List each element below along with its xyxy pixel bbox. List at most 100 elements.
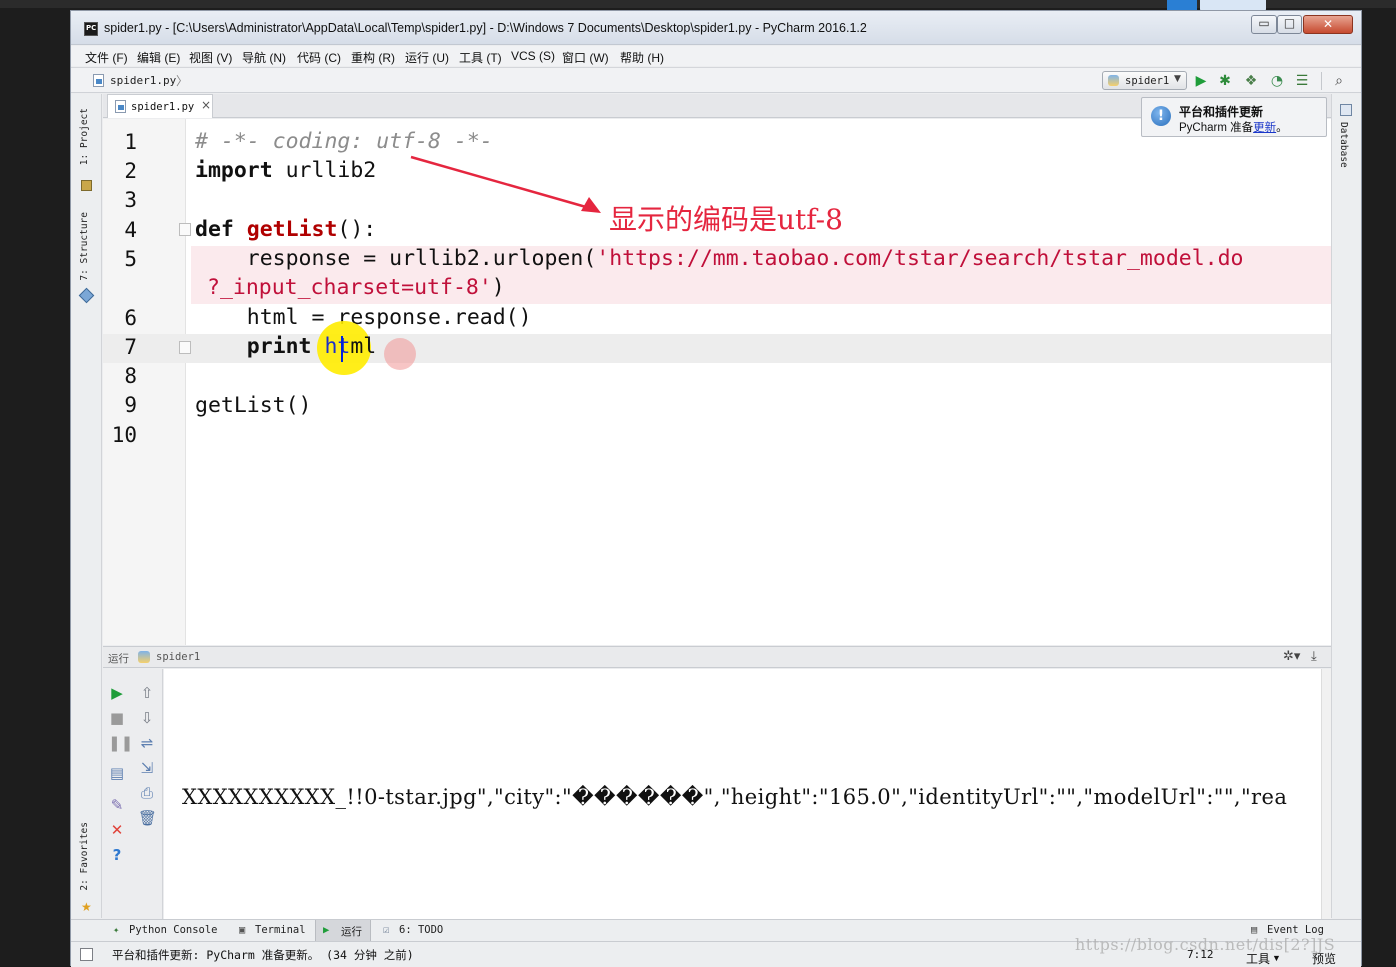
hide-panel-icon[interactable]: ⤓ — [1311, 649, 1317, 664]
status-message[interactable]: 平台和插件更新: PyCharm 准备更新。 (34 分钟 之前) — [112, 947, 414, 963]
console-output: XXXXXXXXXX_!!0-tstar.jpg","city":"������… — [182, 785, 1288, 809]
close-button[interactable]: ✕ — [1303, 15, 1353, 34]
print-icon[interactable]: ⎙ — [138, 784, 156, 802]
menu-view[interactable]: 视图 (V) — [189, 49, 232, 66]
close-tab-icon[interactable]: × — [201, 98, 211, 112]
editor-tab-spider1[interactable]: spider1.py × — [107, 94, 213, 118]
menu-vcs[interactable]: VCS (S) — [511, 49, 555, 63]
menu-tools[interactable]: 工具 (T) — [459, 49, 502, 66]
annotation-arrow-icon — [410, 155, 601, 213]
maximize-button[interactable]: □ — [1277, 15, 1302, 34]
run-panel-config[interactable]: spider1 — [156, 651, 200, 663]
fold-end-marker-icon[interactable] — [179, 341, 191, 354]
code-line-7: print html — [195, 334, 376, 359]
python-config-icon — [1108, 75, 1119, 86]
urlopen-call: response = urllib2.urlopen( — [195, 246, 597, 271]
menu-edit[interactable]: 编辑 (E) — [137, 49, 180, 66]
function-name: getList — [246, 217, 338, 242]
run-icon[interactable]: ▶ — [1193, 73, 1209, 89]
close-icon[interactable]: ✕ — [108, 821, 126, 839]
structure-tool-tab[interactable]: 7: Structure — [79, 212, 90, 281]
run-icon: ▶ — [323, 924, 330, 936]
search-icon[interactable]: ⌕ — [1331, 73, 1347, 89]
navigation-bar: spider1.py 〉 spider1 ▼ ▶ ✱ ❖ ◔ ☰ ⌕ — [71, 67, 1361, 93]
scroll-up-icon[interactable]: ⇧ — [138, 684, 156, 702]
run-panel-label: 运行 — [108, 653, 129, 665]
pause-icon[interactable]: ❚❚ — [108, 734, 133, 752]
tool-windows-toggle-icon[interactable] — [80, 948, 93, 961]
csdn-watermark: https://blog.csdn.net/dis[2?]JS — [1075, 935, 1336, 954]
identifier-html-end: ml — [350, 334, 377, 359]
left-tool-strip: 1: Project 7: Structure 2: Favorites ★ — [71, 94, 102, 918]
identifier-html-start: h — [324, 334, 338, 359]
update-link[interactable]: 更新 — [1253, 122, 1276, 134]
code-line-4: def getList(): — [195, 217, 376, 242]
stop-icon[interactable]: ■ — [108, 709, 126, 727]
rerun-icon[interactable]: ▶ — [108, 684, 126, 702]
code-line-5: response = urllib2.urlopen('https://mm.t… — [195, 246, 1244, 271]
export-icon[interactable]: ⇲ — [138, 759, 156, 777]
run-console[interactable]: XXXXXXXXXX_!!0-tstar.jpg","city":"������… — [164, 669, 1321, 919]
identifier-html-mid: t — [337, 334, 351, 359]
chevron-down-icon: ▼ — [1174, 74, 1181, 84]
tab-terminal[interactable]: Terminal — [255, 924, 306, 936]
layout-icon[interactable]: ▤ — [108, 764, 126, 782]
debug-icon[interactable]: ✱ — [1217, 73, 1233, 89]
run-config-dropdown[interactable]: spider1 ▼ — [1102, 71, 1187, 90]
notification-title: 平台和插件更新 — [1179, 105, 1264, 119]
menu-run[interactable]: 运行 (U) — [405, 49, 449, 66]
menu-help[interactable]: 帮助 (H) — [620, 49, 664, 66]
menu-window[interactable]: 窗口 (W) — [562, 49, 609, 66]
star-icon: ★ — [81, 900, 92, 914]
module-name: urllib2 — [272, 158, 377, 183]
python-file-icon — [93, 74, 104, 87]
keyword-def: def — [195, 217, 234, 242]
title-bar: spider1.py - [C:\Users\Administrator\App… — [71, 11, 1361, 45]
line-number: 6 — [124, 306, 137, 330]
tab-python-console[interactable]: Python Console — [129, 924, 218, 936]
fold-marker-icon[interactable] — [179, 223, 191, 236]
gear-icon[interactable]: ✲▾ — [1283, 649, 1300, 664]
concurrency-icon[interactable]: ☰ — [1294, 73, 1310, 89]
favorites-tool-tab[interactable]: 2: Favorites — [79, 822, 90, 891]
line-number: 2 — [124, 159, 137, 183]
profile-icon[interactable]: ◔ — [1269, 73, 1285, 89]
help-icon[interactable]: ? — [108, 846, 126, 864]
coverage-icon[interactable]: ❖ — [1243, 73, 1259, 89]
line-number: 10 — [111, 423, 137, 447]
line-number: 5 — [124, 247, 137, 271]
update-notification[interactable]: ! 平台和插件更新 PyCharm 准备更新。 — [1141, 97, 1327, 137]
menu-refactor[interactable]: 重构 (R) — [351, 49, 395, 66]
trash-icon[interactable]: 🗑 — [138, 809, 157, 827]
function-params: (): — [337, 217, 377, 242]
project-tool-tab[interactable]: 1: Project — [79, 108, 90, 165]
tab-todo[interactable]: 6: TODO — [399, 924, 443, 936]
line-number: 8 — [124, 364, 137, 388]
keyword-import: import — [195, 158, 273, 183]
code-line-5-continued: ?_input_charset=utf-8') — [207, 275, 505, 300]
soft-wrap-icon[interactable]: ⇌ — [138, 734, 156, 752]
code-line-9: getList() — [195, 393, 312, 418]
click-ripple — [384, 338, 416, 370]
scroll-down-icon[interactable]: ⇩ — [138, 709, 156, 727]
editor-tab-label: spider1.py — [131, 101, 195, 113]
python-config-icon — [138, 651, 150, 663]
run-toolbar: ▶ ⇧ ■ ⇩ ❚❚ ⇌ ▤ ⇲ ⎙ ✎ 🗑 ✕ ? — [103, 669, 163, 919]
tab-run[interactable]: 运行 — [341, 924, 362, 939]
breadcrumb-separator: 〉 — [176, 74, 189, 88]
url-string-continued: ?_input_charset=utf-8' — [207, 275, 492, 300]
menu-code[interactable]: 代码 (C) — [297, 49, 341, 66]
code-editor[interactable]: 1 2 3 4 5 6 7 8 9 10 # -*- coding: utf-8… — [103, 119, 1331, 645]
console-scrollbar[interactable] — [1321, 669, 1331, 919]
menu-file[interactable]: 文件 (F) — [85, 49, 128, 66]
pin-icon[interactable]: ✎ — [108, 796, 126, 814]
breadcrumb-file[interactable]: spider1.py — [110, 74, 176, 87]
menu-navigate[interactable]: 导航 (N) — [242, 49, 286, 66]
text-caret — [341, 336, 343, 362]
menu-bar: 文件 (F) 编辑 (E) 视图 (V) 导航 (N) 代码 (C) 重构 (R… — [71, 46, 1361, 66]
database-tool-tab[interactable]: Database — [1338, 122, 1349, 168]
minimize-button[interactable]: ▭ — [1251, 15, 1277, 34]
pycharm-window: spider1.py - [C:\Users\Administrator\App… — [70, 10, 1362, 967]
line-number: 1 — [124, 130, 137, 154]
keyword-print: print — [195, 334, 312, 359]
